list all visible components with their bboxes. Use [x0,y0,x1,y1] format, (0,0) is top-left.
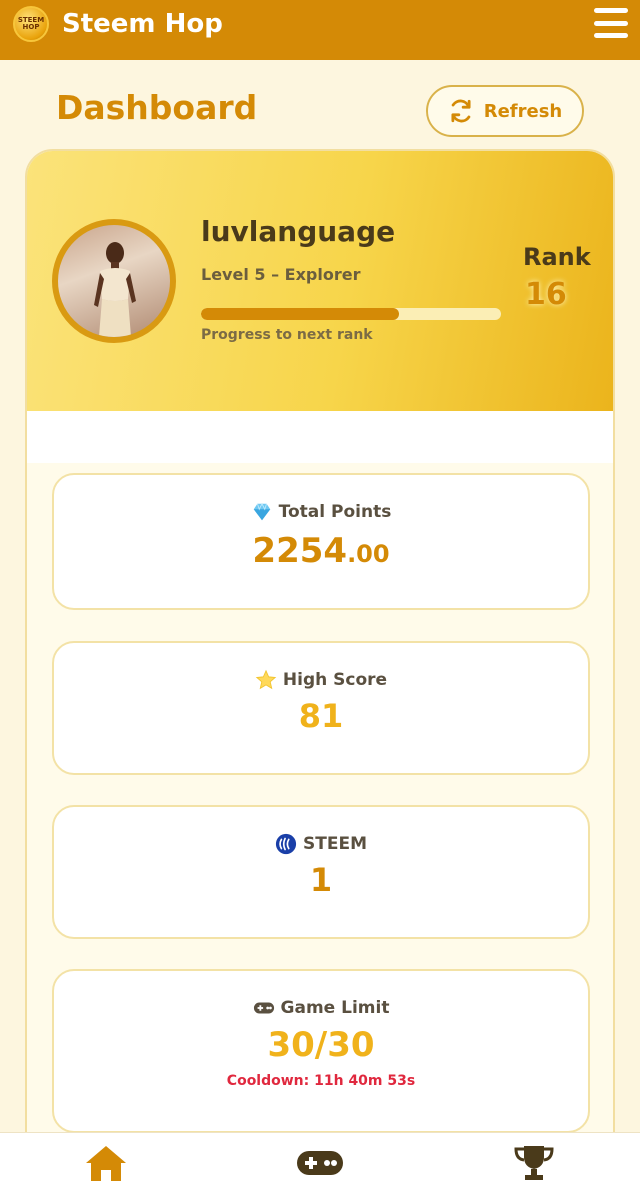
username: luvlanguage [201,215,396,248]
top-bar: STEEM HOP Steem Hop [0,0,640,60]
steem-value: 1 [309,861,333,899]
high-score-header: High Score [54,669,588,691]
gamepad-nav-icon[interactable] [296,1147,344,1179]
profile-divider [27,411,613,463]
game-limit-label: Game Limit [280,998,390,1018]
rank-progress-fill [201,308,399,320]
high-score-card: High Score 81 [52,641,590,775]
cooldown-timer: Cooldown: 11h 40m 53s [226,1073,416,1089]
dashboard-card: luvlanguage Level 5 – Explorer Progress … [25,149,615,1149]
refresh-icon [451,99,471,123]
game-limit-header: Game Limit [54,997,588,1019]
app-title: Steem Hop [62,9,223,39]
bottom-nav [0,1132,640,1184]
diamond-icon [253,502,270,521]
rank-label: Rank [523,243,591,271]
menu-icon[interactable] [594,8,628,38]
avatar[interactable] [52,219,176,343]
rank-value: 16 [525,277,567,312]
refresh-label: Refresh [483,100,563,122]
app-logo[interactable]: STEEM HOP [13,6,49,42]
steem-header: STEEM [54,833,588,855]
total-points-header: Total Points [54,501,588,523]
rank-progress-bar [201,308,501,320]
total-points-label: Total Points [278,502,392,522]
steem-icon [275,833,297,855]
high-score-label: High Score [282,670,388,690]
game-limit-card: Game Limit 30/30 Cooldown: 11h 40m 53s [52,969,590,1133]
level-text: Level 5 – Explorer [201,265,361,284]
home-icon[interactable] [84,1143,128,1183]
total-points-dec: .00 [347,540,390,568]
avatar-figure [94,242,136,337]
logo-text: STEEM HOP [17,16,45,31]
refresh-button[interactable]: Refresh [426,85,584,137]
menu-icon-bar [594,20,628,26]
total-points-value: 2254.00 [54,531,588,571]
game-limit-value: 30/30 [267,1025,375,1065]
gamepad-icon [253,1002,274,1014]
steem-card: STEEM 1 [52,805,590,939]
progress-label: Progress to next rank [201,327,373,343]
total-points-int: 2254 [252,531,348,571]
menu-icon-bar [594,33,628,38]
menu-icon-bar [594,8,628,13]
trophy-icon[interactable] [512,1143,556,1183]
page-title: Dashboard [56,88,258,127]
profile-banner: luvlanguage Level 5 – Explorer Progress … [27,151,613,411]
steem-label: STEEM [303,834,367,854]
star-icon [255,669,277,690]
high-score-value: 81 [298,697,344,735]
total-points-card: Total Points 2254.00 [52,473,590,610]
